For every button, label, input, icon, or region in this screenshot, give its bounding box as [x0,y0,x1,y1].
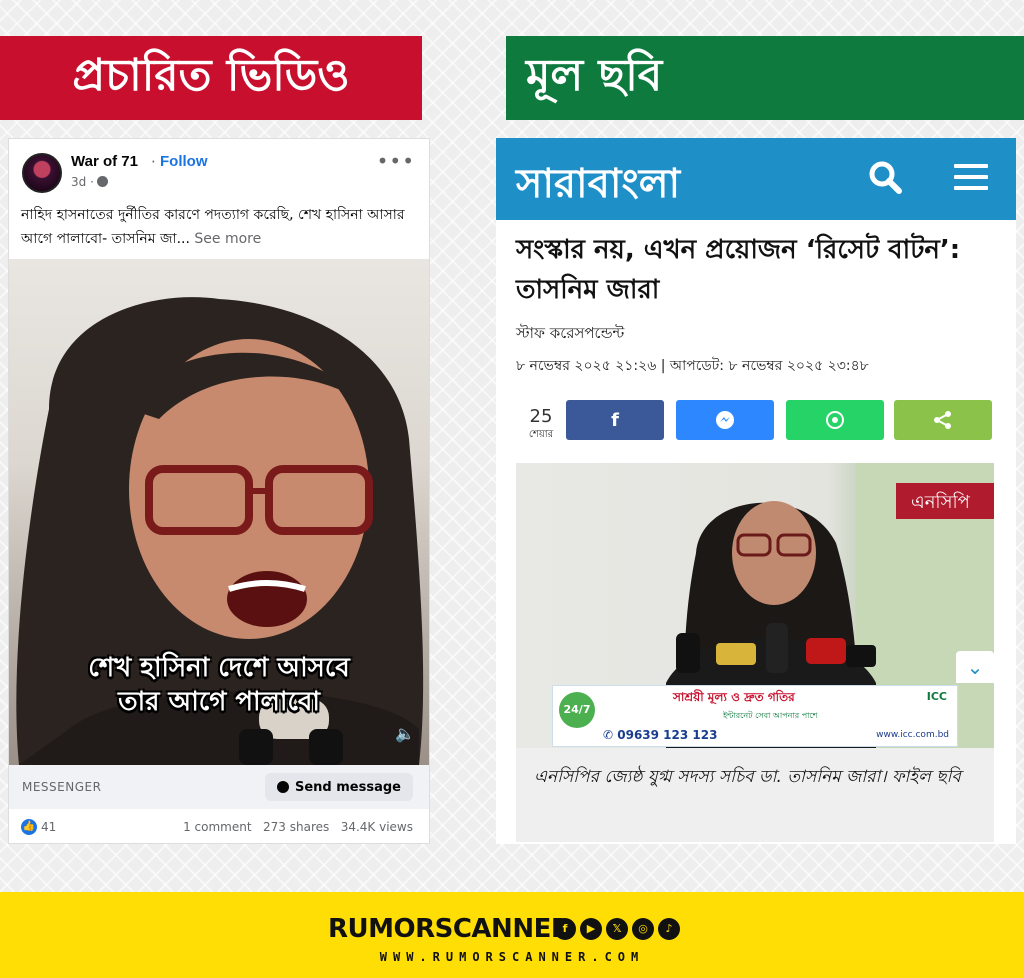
instagram-icon[interactable]: ◎ [632,918,654,940]
whatsapp-icon [826,411,844,429]
share-count-label: শেয়ার [528,429,554,440]
whatsapp-share-button[interactable] [786,400,884,440]
share-icon [934,411,951,429]
globe-icon [96,176,108,187]
ad-badge: 24/7 [559,692,595,728]
messenger-label: MESSENGER [22,780,102,794]
video-subtitle-line-2: তার আগে পালাবো [118,687,320,717]
ad-headline: সাশ্রয়ী মূল্য ও দ্রুত গতির [673,690,795,704]
send-message-button[interactable]: Send message [265,773,413,801]
post-header: War of 71 · Follow 3d · ••• [9,139,429,199]
post-text: নাহিদ হাসনাতের দুর্নীতির কারণে পদত্যাগ ক… [21,203,421,251]
right-label-text: মূল ছবি [526,49,663,101]
brand-name: RUMORSCANNER [328,914,571,944]
facebook-share-button[interactable]: f [566,400,664,440]
site-logo[interactable]: সারাবাংলা [516,152,680,219]
send-message-label: Send message [295,779,401,795]
chevron-down-icon[interactable]: ⌄ [956,651,994,683]
page-name[interactable]: War of 71 [71,153,138,170]
phone-icon: ✆ [603,728,614,742]
advertisement-banner[interactable]: 24/7 সাশ্রয়ী মূল্য ও দ্রুত গতির ইন্টারন… [552,685,958,747]
facebook-icon[interactable]: f [554,918,576,940]
ad-phone-number: 09639 123 123 [617,728,718,742]
banner-party-text: এনসিপি [911,492,971,513]
messenger-share-button[interactable] [676,400,774,440]
volume-icon[interactable]: 🔈 [395,724,415,743]
left-label-text: প্রচারিত ভিডিও [72,49,350,101]
footer-bar: RUMORSCANNER f ▶ 𝕏 ◎ ♪ WWW.RUMORSCANNER.… [0,892,1024,978]
engagement-stats: 1 comment 273 shares 34.4K views [183,820,413,834]
article-dateline: ৮ নভেম্বর ২০২৫ ২১:২৬ | আপডেট: ৮ নভেম্বর … [516,358,869,374]
page-avatar[interactable] [22,153,62,193]
follow-button[interactable]: Follow [160,153,208,170]
ad-subline: ইন্টারনেট সেবা আপনার পাশে [723,711,818,720]
article-byline: স্টাফ করেসপন্ডেন্ট [516,324,625,342]
post-time[interactable]: 3d · [71,175,108,189]
share-count-number: 25 [529,406,553,427]
see-more-link[interactable]: See more [194,231,261,247]
shares-count[interactable]: 273 shares [263,820,329,834]
like-icon[interactable]: 👍 [21,819,37,835]
right-label-banner: মূল ছবি [506,36,1024,120]
youtube-icon[interactable]: ▶ [580,918,602,940]
article-photo[interactable]: এনসিপি ⌄ 24/7 সাশ্রয়ী মূল্য ও দ্রুত গতি… [516,463,994,748]
left-label-banner: প্রচারিত ভিডিও [0,36,422,120]
separator-dot: · [151,153,156,171]
post-video[interactable]: শেখ হাসিনা দেশে আসবে তার আগে পালাবো 🔈 [9,259,429,765]
ad-website: www.icc.com.bd [876,730,949,740]
messenger-icon [716,411,734,429]
more-options-icon[interactable]: ••• [377,149,415,173]
facebook-icon: f [611,409,619,431]
facebook-post-card: War of 71 · Follow 3d · ••• নাহিদ হাসনাত… [8,138,430,844]
comments-count[interactable]: 1 comment [183,820,251,834]
ad-brand: ICC [926,690,947,703]
share-button[interactable] [894,400,992,440]
news-article-card: সারাবাংলা সংস্কার নয়, এখন প্রয়োজন ‘রিস… [496,138,1016,844]
share-counter: 25 শেয়ার [516,406,566,444]
hamburger-menu-icon[interactable] [954,164,988,190]
like-count[interactable]: 41 [41,820,56,834]
photo-caption: এনসিপির জ্যেষ্ঠ যুগ্ম সদস্য সচিব ডা. তাস… [516,748,994,842]
news-site-header: সারাবাংলা [496,138,1016,220]
ad-phone: ✆ 09639 123 123 [603,728,717,742]
post-stats: 👍 41 1 comment 273 shares 34.4K views [9,811,429,843]
messenger-icon [277,781,289,793]
tiktok-icon[interactable]: ♪ [658,918,680,940]
x-icon[interactable]: 𝕏 [606,918,628,940]
article-headline: সংস্কার নয়, এখন প্রয়োজন ‘রিসেট বাটন’: … [516,235,961,305]
views-count: 34.4K views [340,820,413,834]
post-time-text: 3d · [71,175,94,189]
messenger-bar: MESSENGER Send message [9,765,429,809]
website-url[interactable]: WWW.RUMORSCANNER.COM [0,950,1024,964]
search-icon[interactable] [868,160,902,194]
